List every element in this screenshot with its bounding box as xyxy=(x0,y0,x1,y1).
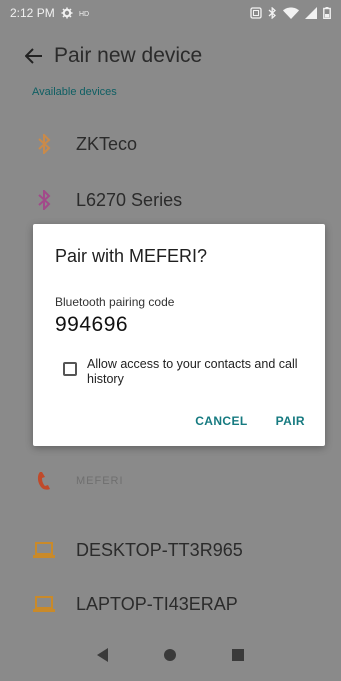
page-title: Pair new device xyxy=(54,44,203,67)
device-item-l6270-series[interactable]: L6270 Series xyxy=(0,174,341,226)
pairing-code-label: Bluetooth pairing code xyxy=(55,295,175,309)
nfc-icon xyxy=(250,7,262,19)
laptop-icon xyxy=(32,538,56,562)
laptop-icon xyxy=(32,592,56,616)
back-arrow-icon[interactable] xyxy=(14,48,54,64)
status-bar: 2:12 PM HD xyxy=(0,0,341,26)
cancel-button[interactable]: CANCEL xyxy=(195,414,247,428)
pair-dialog: Pair with MEFERI? Bluetooth pairing code… xyxy=(33,224,325,446)
status-bar-left: 2:12 PM HD xyxy=(10,6,89,20)
device-item-desktop[interactable]: DESKTOP-TT3R965 xyxy=(0,524,341,576)
contacts-access-checkbox[interactable] xyxy=(63,362,77,376)
device-label: L6270 Series xyxy=(76,189,183,210)
screen: 2:12 PM HD Pair new device Available dev… xyxy=(0,0,341,681)
svg-text:HD: HD xyxy=(79,11,89,17)
device-label: DESKTOP-TT3R965 xyxy=(76,539,243,560)
device-label: LAPTOP-TI43ERAP xyxy=(76,593,238,614)
device-label: ZKTeco xyxy=(76,133,138,154)
pairing-code: 994696 xyxy=(55,313,129,336)
device-item-meferi[interactable]: MEFERI xyxy=(0,455,341,507)
home-circle-icon[interactable] xyxy=(163,648,177,662)
recents-square-icon[interactable] xyxy=(231,649,244,661)
pair-button[interactable]: PAIR xyxy=(276,414,305,428)
hd-icon: HD xyxy=(79,9,89,17)
device-item-zkteco[interactable]: ZKTeco xyxy=(0,118,341,170)
contacts-access-label: Allow access to your contacts and call h… xyxy=(87,357,298,386)
contacts-access-row[interactable]: Allow access to your contacts and call h… xyxy=(63,357,315,387)
device-label: MEFERI xyxy=(76,475,124,487)
bluetooth-icon xyxy=(32,188,56,212)
status-time: 2:12 PM xyxy=(10,6,55,20)
navigation-bar xyxy=(0,629,341,681)
gear-icon xyxy=(61,7,73,19)
app-bar: Pair new device xyxy=(0,26,341,86)
dialog-title: Pair with MEFERI? xyxy=(55,246,208,266)
bluetooth-icon xyxy=(32,132,56,156)
dialog-actions: CANCEL PAIR xyxy=(195,414,305,428)
phone-icon xyxy=(32,469,56,493)
bluetooth-icon xyxy=(268,7,277,19)
wifi-icon xyxy=(283,7,299,19)
back-triangle-icon[interactable] xyxy=(97,648,109,662)
available-devices-label: Available devices xyxy=(32,86,117,98)
status-bar-right xyxy=(250,7,331,19)
signal-icon xyxy=(305,7,317,19)
battery-icon xyxy=(323,7,331,19)
device-item-laptop[interactable]: LAPTOP-TI43ERAP xyxy=(0,578,341,630)
